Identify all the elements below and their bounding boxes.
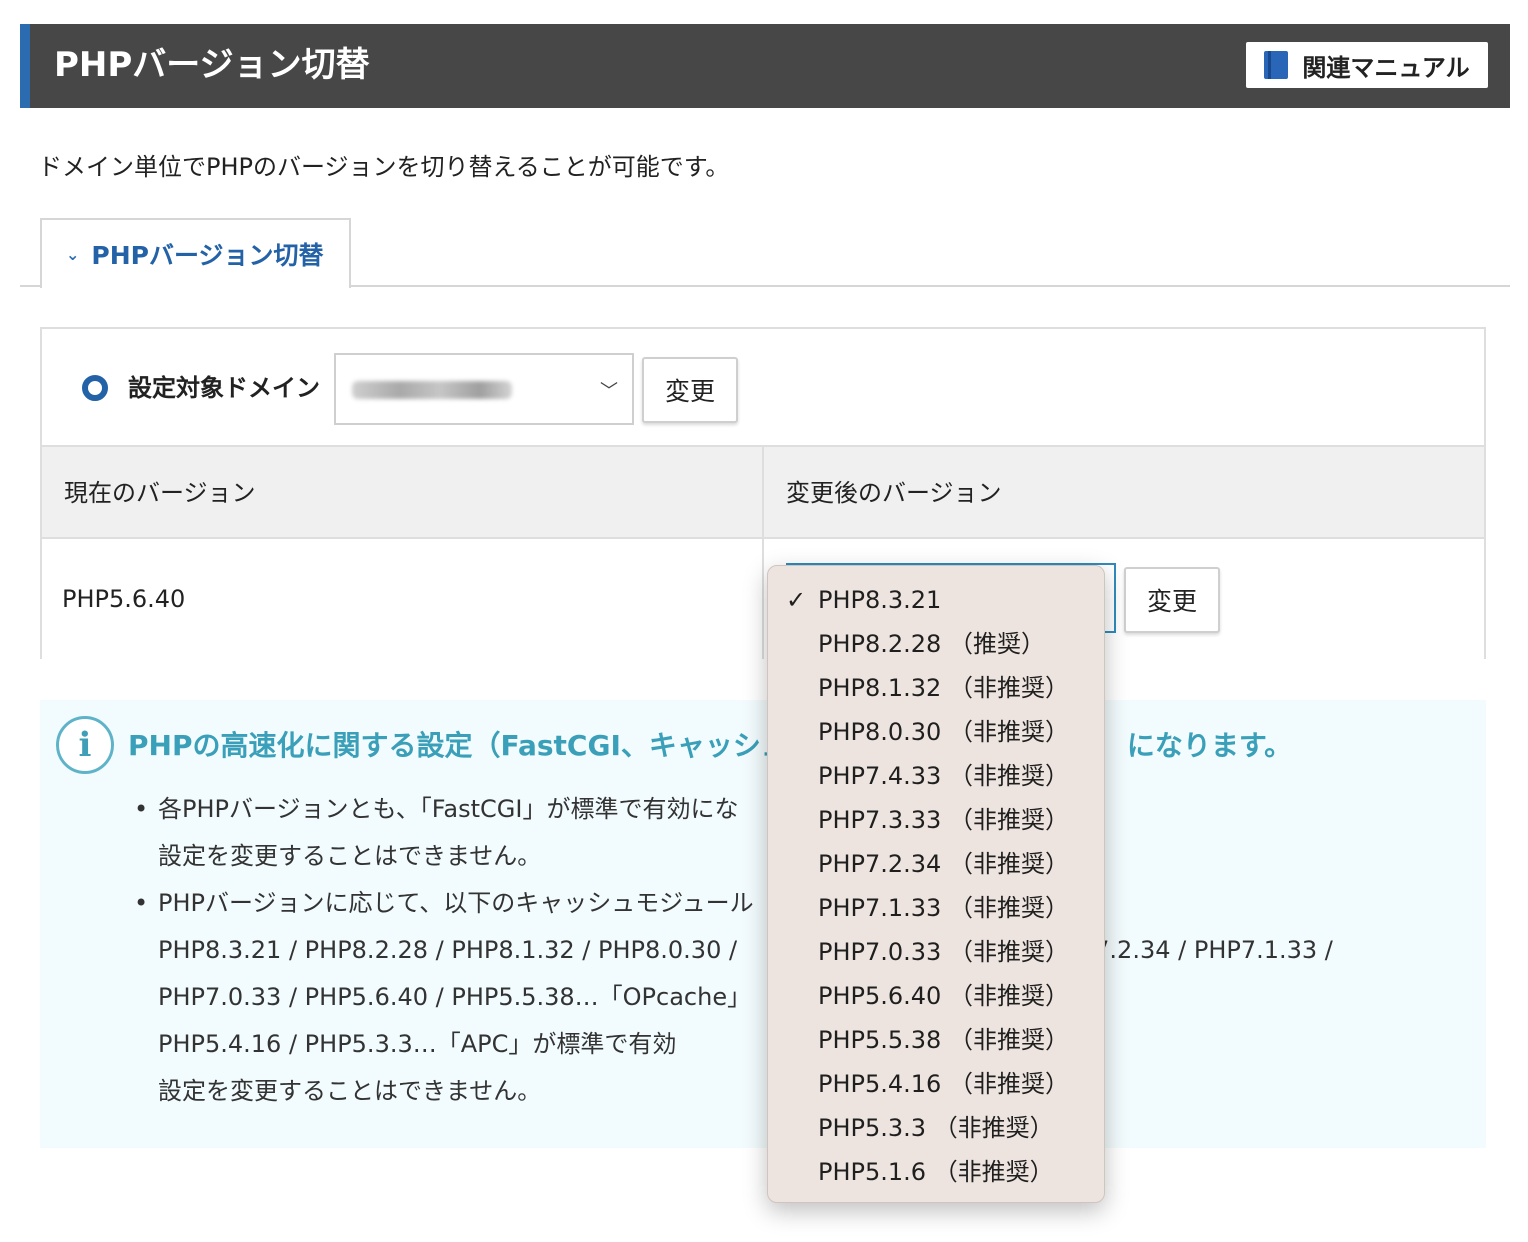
dropdown-option[interactable]: PHP7.4.33 （非推奨） xyxy=(768,754,1104,798)
table-header-row: 現在のバージョン 変更後のバージョン xyxy=(42,447,1484,539)
check-icon: ✓ xyxy=(786,586,807,614)
dropdown-option[interactable]: PHP5.4.16 （非推奨） xyxy=(768,1062,1104,1106)
dropdown-option-label: PHP7.1.33 （非推奨） xyxy=(818,894,1069,922)
dropdown-option[interactable]: PHP8.1.32 （非推奨） xyxy=(768,666,1104,710)
bullet-line: PHP8.3.21 / PHP8.2.28 / PHP8.1.32 / PHP8… xyxy=(158,936,745,964)
dropdown-option-label: PHP8.2.28 （推奨） xyxy=(818,630,1045,658)
bullet-line: 設定を変更することはできません。 xyxy=(158,842,542,870)
table-row: PHP5.6.40 変更 xyxy=(42,539,1484,659)
version-dropdown-menu: ✓ PHP8.3.21 PHP8.2.28 （推奨） PHP8.1.32 （非推奨） P… xyxy=(767,565,1105,1203)
dropdown-option-label: PHP7.0.33 （非推奨） xyxy=(818,938,1069,966)
tab-php-version-switch[interactable]: ⌄ PHPバージョン切替 xyxy=(40,218,351,288)
dropdown-option[interactable]: PHP5.6.40 （非推奨） xyxy=(768,974,1104,1018)
dropdown-option[interactable]: PHP7.2.34 （非推奨） xyxy=(768,842,1104,886)
bullet-line: P7.2.34 / PHP7.1.33 / xyxy=(1079,936,1333,964)
domain-select[interactable]: ﹀ xyxy=(334,353,634,425)
dropdown-option-label: PHP5.4.16 （非推奨） xyxy=(818,1070,1069,1098)
info-title-tail: になります。 xyxy=(1126,729,1293,762)
dropdown-option[interactable]: PHP5.1.6 （非推奨） xyxy=(768,1150,1104,1194)
blurred-domain-value xyxy=(352,381,512,399)
related-manual-label: 関連マニュアル xyxy=(1302,53,1470,82)
dropdown-option[interactable]: PHP5.3.3 （非推奨） xyxy=(768,1106,1104,1150)
dropdown-option-label: PHP7.4.33 （非推奨） xyxy=(818,762,1069,790)
info-box: i PHPの高速化に関する設定（FastCGI、キャッシュ になります。 各PHP… xyxy=(40,700,1486,1148)
radio-icon xyxy=(82,375,108,401)
info-title-text: PHPの高速化に関する設定（FastCGI、キャッシュ xyxy=(128,729,789,762)
dropdown-option-label: PHP5.5.38 （非推奨） xyxy=(818,1026,1069,1054)
book-icon xyxy=(1264,51,1289,79)
dropdown-option-label: PHP7.3.33 （非推奨） xyxy=(818,806,1069,834)
dropdown-option-label: PHP8.1.32 （非推奨） xyxy=(818,674,1069,702)
page-header: PHPバージョン切替 関連マニュアル xyxy=(20,24,1510,108)
page-title: PHPバージョン切替 xyxy=(54,45,370,85)
domain-change-button[interactable]: 変更 xyxy=(642,357,738,423)
dropdown-option-label: PHP5.1.6 （非推奨） xyxy=(818,1158,1054,1186)
tab-label: PHPバージョン切替 xyxy=(91,241,324,270)
domain-label: 設定対象ドメイン xyxy=(128,374,320,402)
current-version-header: 現在のバージョン xyxy=(42,447,764,539)
bullet-line: PHP7.0.33 / PHP5.6.40 / PHP5.5.38…「OPcac… xyxy=(158,983,752,1011)
dropdown-option[interactable]: ✓ PHP8.3.21 xyxy=(768,578,1104,622)
dropdown-option[interactable]: PHP7.1.33 （非推奨） xyxy=(768,886,1104,930)
related-manual-button[interactable]: 関連マニュアル xyxy=(1246,42,1488,88)
dropdown-option-label: PHP8.0.30 （非推奨） xyxy=(818,718,1069,746)
settings-panel: 設定対象ドメイン ﹀ 変更 現在のバージョン 変更後のバージョン PHP5.6.… xyxy=(40,327,1486,659)
dropdown-option-label: PHP5.3.3 （非推奨） xyxy=(818,1114,1054,1142)
dropdown-option-label: PHP7.2.34 （非推奨） xyxy=(818,850,1069,878)
bullet-line: PHP5.4.16 / PHP5.3.3…「APC」が標準で有効 xyxy=(158,1030,677,1058)
dropdown-option[interactable]: PHP7.3.33 （非推奨） xyxy=(768,798,1104,842)
dropdown-option[interactable]: PHP5.5.38 （非推奨） xyxy=(768,1018,1104,1062)
current-version-value: PHP5.6.40 xyxy=(42,539,764,659)
dropdown-option-label: PHP5.6.40 （非推奨） xyxy=(818,982,1069,1010)
domain-row: 設定対象ドメイン ﹀ 変更 xyxy=(42,329,1484,447)
info-title: PHPの高速化に関する設定（FastCGI、キャッシュ になります。 xyxy=(128,726,1292,766)
dropdown-option[interactable]: PHP7.0.33 （非推奨） xyxy=(768,930,1104,974)
version-change-button[interactable]: 変更 xyxy=(1124,567,1220,633)
info-icon: i xyxy=(56,716,114,774)
dropdown-option[interactable]: PHP8.2.28 （推奨） xyxy=(768,622,1104,666)
bullet-line: PHPバージョンに応じて、以下のキャッシュモジュール xyxy=(158,889,754,917)
intro-text: ドメイン単位でPHPのバージョンを切り替えることが可能です。 xyxy=(38,153,730,181)
dropdown-option-label: PHP8.3.21 xyxy=(818,586,942,614)
chevron-down-icon: ⌄ xyxy=(66,244,80,264)
dropdown-option[interactable]: PHP8.0.30 （非推奨） xyxy=(768,710,1104,754)
new-version-header: 変更後のバージョン xyxy=(786,479,1002,507)
chevron-down-icon: ﹀ xyxy=(600,381,618,402)
bullet-line: 各PHPバージョンとも、「FastCGI」が標準で有効にな xyxy=(158,795,739,823)
bullet-line: 設定を変更することはできません。 xyxy=(158,1077,542,1105)
